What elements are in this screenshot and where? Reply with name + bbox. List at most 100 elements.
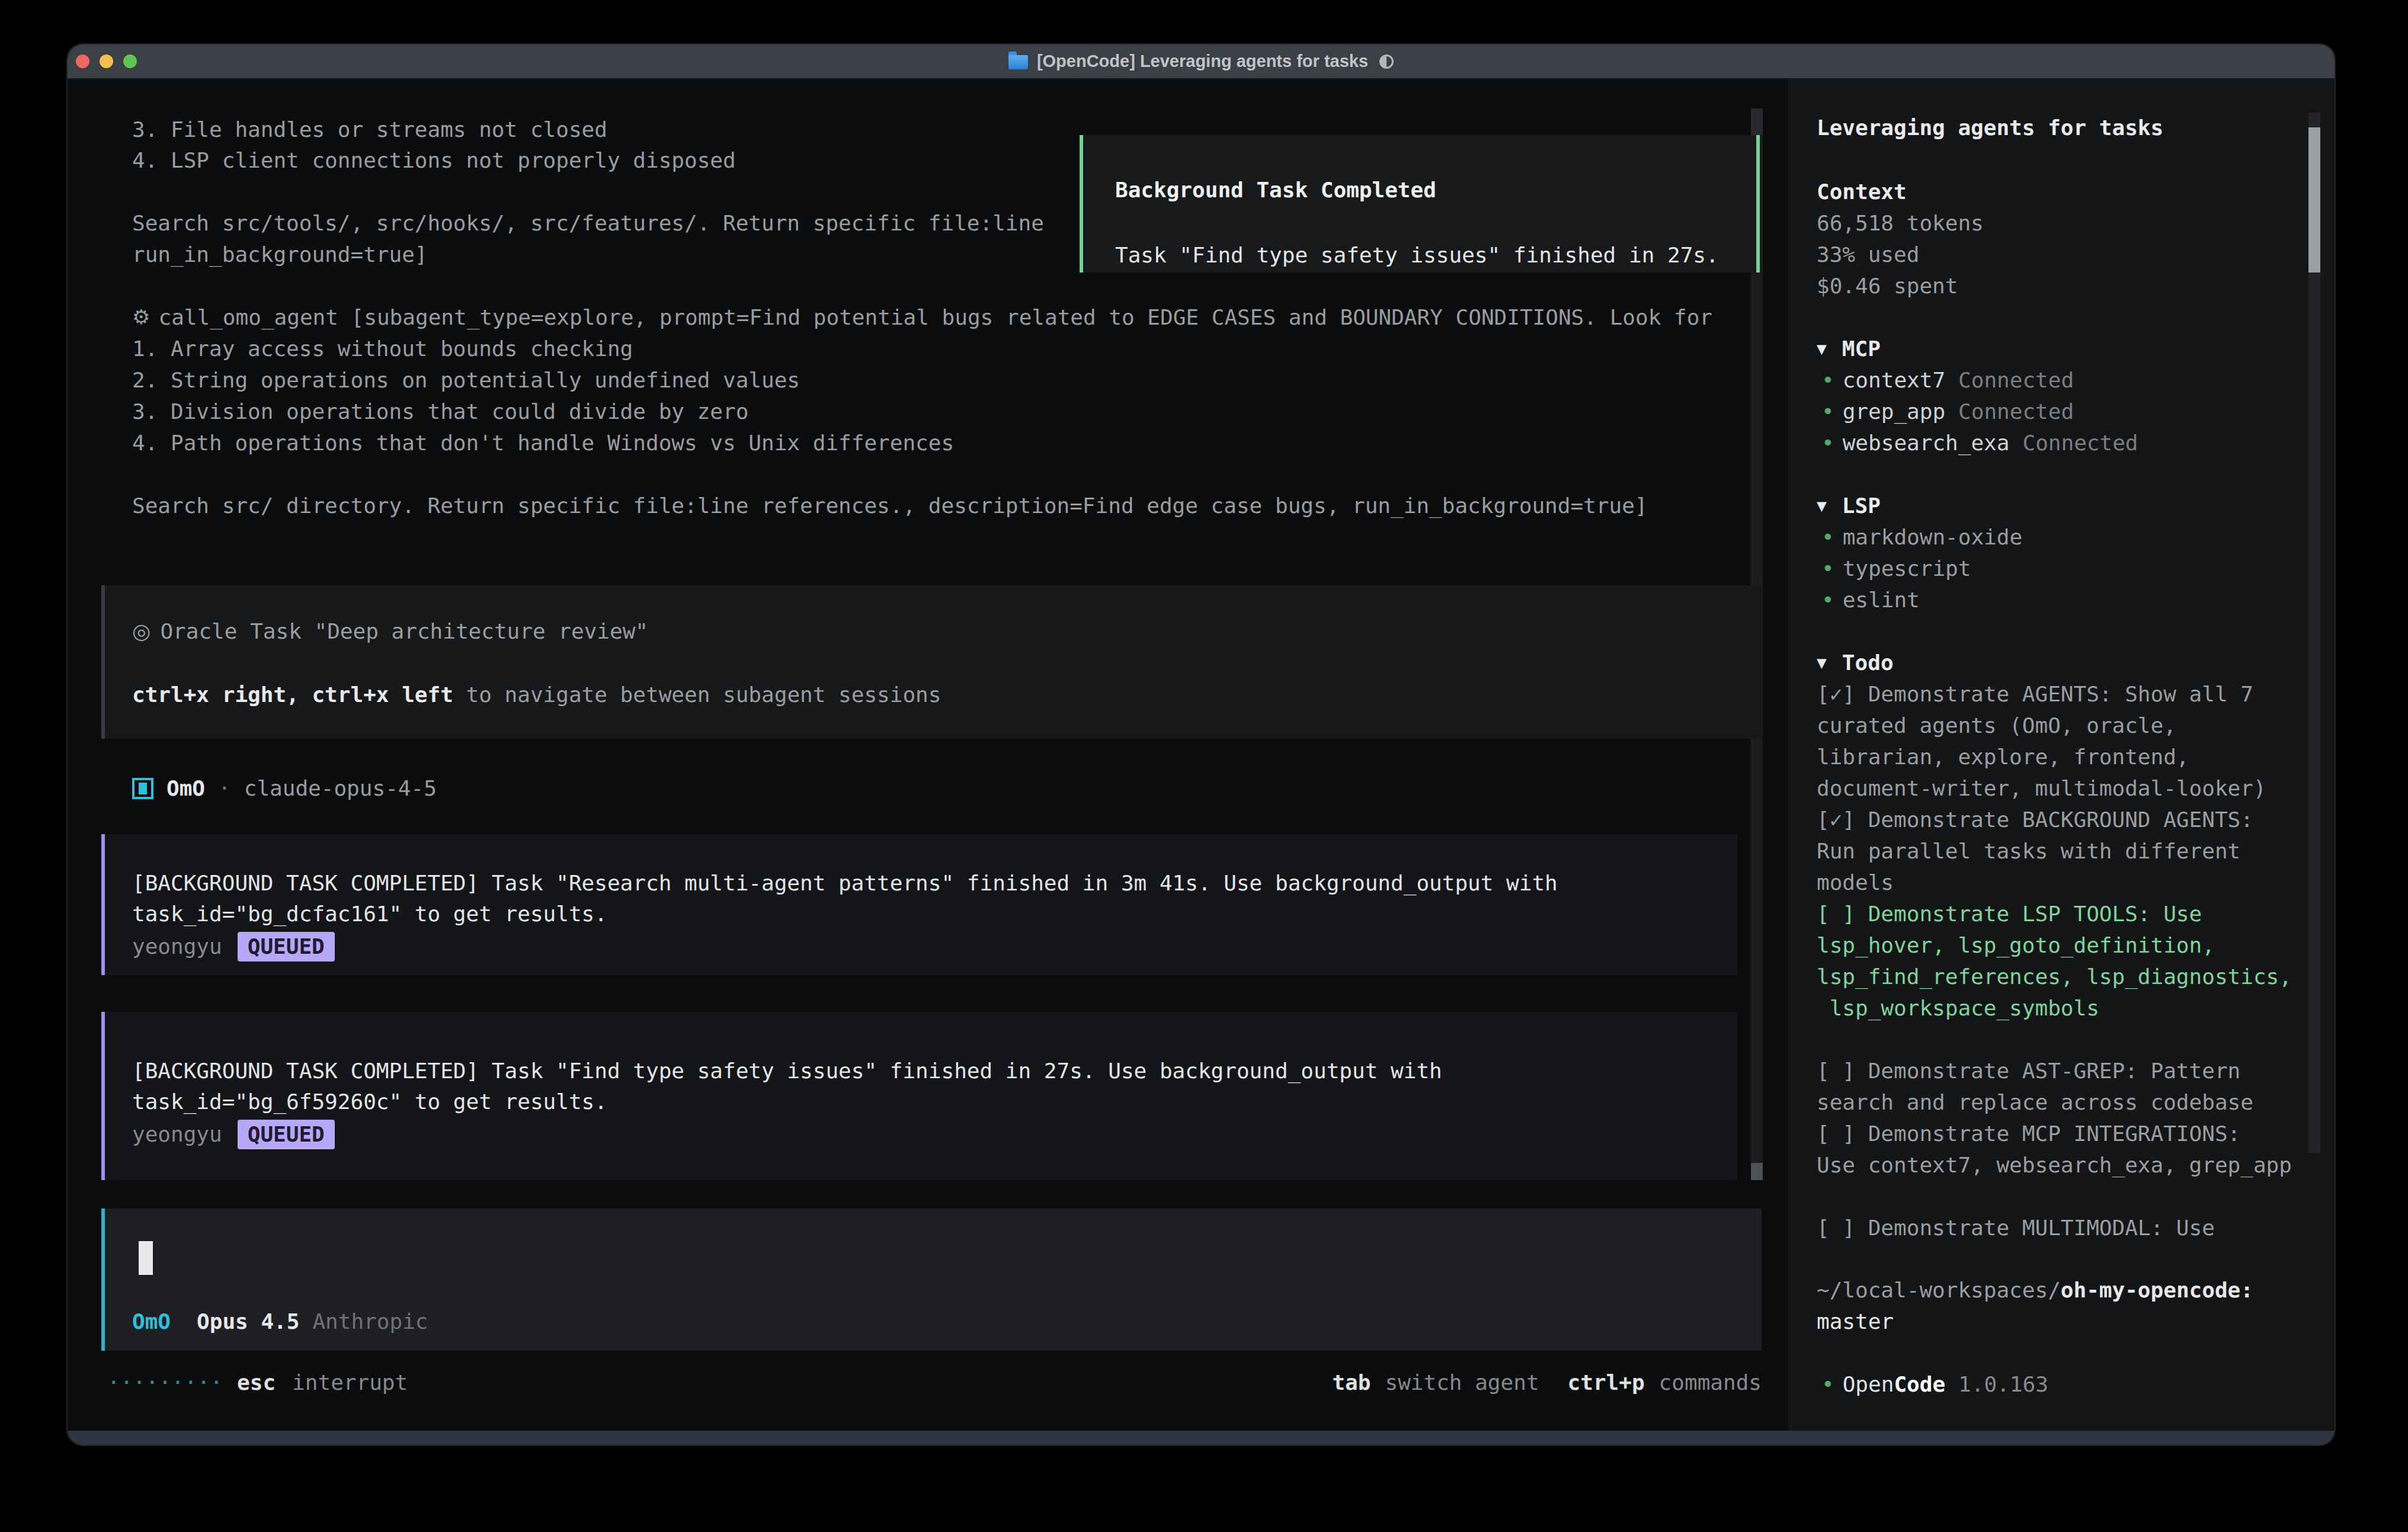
terminal-line: Search src/ directory. Return specific f… [132,490,1648,521]
bullet-icon: • [1821,553,1834,584]
message-line: [BACKGROUND TASK COMPLETED] Task "Resear… [132,867,1558,899]
maximize-button[interactable] [123,55,137,68]
key-esc-label: interrupt [292,1367,408,1398]
section-todo[interactable]: ▼ Todo [1817,647,1894,678]
mcp-item: • grep_app Connected [1821,396,2074,427]
folder-icon [1008,55,1028,69]
omo-agent-icon [132,778,153,799]
app-name: Open [1843,1372,1894,1396]
terminal-line: 1. Array access without bounds checking [132,333,633,364]
key-ctrlp: ctrl+p [1568,1367,1645,1398]
toast-body: Task "Find type safety issues" finished … [1115,239,1719,271]
message-author: yeongyu [132,1118,222,1150]
oracle-hint: to navigate between subagent sessions [453,682,942,707]
terminal-line: run_in_background=true] [132,239,428,270]
bullet-icon: • [1821,521,1834,553]
toast-title: Background Task Completed [1115,174,1436,206]
terminal-line: 4. Path operations that don't handle Win… [132,427,954,459]
mcp-name: context7 [1843,364,1945,396]
lsp-item: • markdown-oxide [1821,521,2022,553]
section-mcp[interactable]: ▼ MCP [1817,333,1881,364]
agent-name: OmO [166,773,205,804]
mcp-item: •context7Connected [1821,364,2074,396]
toast-notification: Background Task Completed Task "Find typ… [1080,135,1760,273]
message-line: task_id="bg_dcfac161" to get results. [132,898,607,930]
lsp-name: eslint [1843,584,1920,616]
window-title-group: [OpenCode] Leveraging agents for tasks [1008,52,1394,71]
section-todo-label: Todo [1842,647,1894,678]
message-background-task-1: [BACKGROUND TASK COMPLETED] Task "Resear… [101,834,1737,975]
chat-scrollbar-thumb-top[interactable] [1751,108,1763,135]
terminal-line: 2. String operations on potentially unde… [132,364,800,396]
lsp-name: typescript [1843,553,1971,584]
mcp-name: websearch_exa [1843,427,2010,459]
sidebar-scrollbar-thumb[interactable] [2308,127,2320,273]
mcp-item: • websearch_exa Connected [1821,427,2138,459]
workspace-path: ~/local-workspaces/oh-my-opencode: [1817,1274,2253,1306]
message-author: yeongyu [132,931,222,962]
bullet-icon: • [1821,396,1834,427]
mcp-status: Connected [1958,396,2074,427]
input-model-label: Opus 4.5 [197,1306,299,1337]
titlebar[interactable]: [OpenCode] Leveraging agents for tasks [68,44,2335,79]
version-item: •OpenCode1.0.163 [1821,1368,2048,1400]
chevron-down-icon: ▼ [1817,647,1827,678]
app-name-bold: Code [1894,1372,1945,1396]
window-footer [68,1431,2335,1445]
bullet-icon: • [1821,427,1834,459]
terminal-line: 3. Division operations that could divide… [132,396,748,427]
status-bar: ·········escinterrupt tabswitch agentctr… [107,1367,1762,1398]
message-meta: yeongyu QUEUED [132,931,335,962]
key-tab: tab [1332,1367,1370,1398]
key-ctrlp-label: commands [1659,1367,1762,1398]
section-lsp-label: LSP [1842,490,1881,521]
app-version: 1.0.163 [1958,1368,2048,1400]
lsp-name: markdown-oxide [1843,521,2022,553]
message-meta: yeongyu QUEUED [132,1118,335,1150]
status-badge: QUEUED [238,1120,335,1149]
gear-icon: ⚙ [132,302,150,333]
window-title: [OpenCode] Leveraging agents for tasks [1037,52,1368,71]
oracle-title: Oracle Task "Deep architecture review" [160,616,648,647]
key-esc: esc [237,1367,276,1398]
chevron-down-icon: ▼ [1817,333,1827,364]
input-agent-label: OmO [132,1306,171,1337]
model-row: OmO Opus 4.5 Anthropic [132,1306,428,1337]
workspace-branch: master [1817,1306,1894,1337]
input-provider-label: Anthropic [312,1306,428,1337]
sidebar: Leveraging agents for tasks Context 66,5… [1788,44,2335,1431]
mcp-name: grep_app [1843,396,1945,427]
window-controls [76,44,137,78]
terminal-line: 4. LSP client connections not properly d… [132,145,736,176]
agent-header: OmO · claude-opus-4-5 [132,773,437,804]
section-mcp-label: MCP [1842,333,1881,364]
progress-icon [1379,55,1394,69]
todo-pending-lines: [ ] Demonstrate AST-GREP: Pattern search… [1817,1055,2292,1181]
section-lsp[interactable]: ▼ LSP [1817,490,1881,521]
prompt-input[interactable]: OmO Opus 4.5 Anthropic [101,1209,1762,1351]
bullet-icon: • [1821,584,1834,616]
text-cursor [139,1241,153,1275]
terminal-line: ⚙ call_omo_agent [subagent_type=explore, … [132,302,1712,333]
chevron-down-icon: ▼ [1817,490,1827,521]
todo-pending-lines: [ ] Demonstrate MULTIMODAL: Use [1817,1212,2215,1243]
bullet-icon: • [1821,364,1834,396]
context-tokens: 66,518 tokens [1817,207,1984,239]
chat-scrollbar-thumb[interactable] [1751,1163,1763,1180]
mcp-status: Connected [2022,427,2138,459]
opencode-window: 3. File handles or streams not closed 4.… [68,44,2335,1445]
agent-separator: · [218,773,231,804]
status-badge: QUEUED [238,932,335,961]
lsp-item: • typescript [1821,553,1971,584]
message-line: task_id="bg_6f59260c" to get results. [132,1086,607,1117]
tool-call-text: call_omo_agent [subagent_type=explore, p… [158,302,1712,333]
context-spent: $0.46 spent [1817,270,1958,302]
message-line: [BACKGROUND TASK COMPLETED] Task "Find t… [132,1055,1442,1086]
minimize-button[interactable] [100,55,113,68]
close-button[interactable] [76,55,89,68]
todo-done-lines: [✓] Demonstrate AGENTS: Show all 7 curat… [1817,678,2266,898]
agent-model: claude-opus-4-5 [244,773,437,804]
message-background-task-2: [BACKGROUND TASK COMPLETED] Task "Find t… [101,1012,1737,1180]
todo-active-lines: [ ] Demonstrate LSP TOOLS: Use lsp_hover… [1817,898,2292,1024]
session-title: Leveraging agents for tasks [1817,112,2163,143]
